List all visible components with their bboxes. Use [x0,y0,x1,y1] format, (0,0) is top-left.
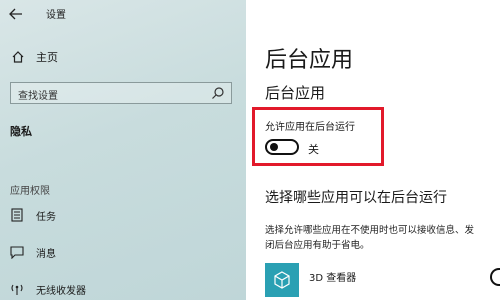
page-title: 后台应用 [265,48,354,73]
sidebar-item-messages[interactable]: 消息 [0,240,246,264]
radio-icon [10,282,24,296]
app-name: 3D 查看器 [309,273,357,284]
choose-apps-title: 选择哪些应用可以在后台运行 [265,190,447,206]
settings-window: 设置 主页 查找设置 隐私 应用权限 任务 消息 无线收发器 后台应用 后台应用… [0,0,500,300]
toggle-knob [270,143,278,151]
sidebar-item-label: 任务 [36,211,56,223]
description: 选择允许哪些应用在不使用时也可以接收信息、发 闭后台应用有助于省电。 [265,223,500,253]
allow-background-label: 允许应用在后台运行 [265,122,355,133]
sidebar-item-label: 无线收发器 [36,285,86,297]
description-line: 选择允许哪些应用在不使用时也可以接收信息、发 [265,225,475,236]
search-input[interactable]: 查找设置 [10,82,232,104]
search-icon[interactable] [211,86,225,100]
back-button[interactable] [4,2,28,26]
window-title: 设置 [46,10,66,21]
highlight-box [252,107,384,166]
nav-home-label: 主页 [36,51,58,64]
toggle-state-label: 关 [308,143,319,156]
main-content: 后台应用 后台应用 允许应用在后台运行 关 选择哪些应用可以在后台运行 选择允许… [246,0,500,300]
title-bar: 设置 [0,0,246,30]
sidebar: 设置 主页 查找设置 隐私 应用权限 任务 消息 无线收发器 [0,0,246,300]
section-title: 后台应用 [265,84,326,102]
app-tile [265,263,299,297]
home-icon [10,49,26,65]
sidebar-item-tasks[interactable]: 任务 [0,203,246,227]
nav-home[interactable]: 主页 [0,44,246,70]
tasks-icon [10,208,24,222]
allow-background-toggle[interactable] [265,139,299,155]
back-arrow-icon [9,8,22,20]
sidebar-item-label: 消息 [36,248,56,260]
message-icon [10,245,24,259]
group-title-app-permissions: 应用权限 [10,186,50,197]
description-line: 闭后台应用有助于省电。 [265,240,370,251]
search-placeholder: 查找设置 [18,91,58,102]
cube-icon [274,271,290,289]
section-heading-privacy: 隐私 [10,125,32,138]
app-row-3d-viewer: 3D 查看器 [265,263,500,300]
sidebar-item-radios[interactable]: 无线收发器 [0,277,246,300]
